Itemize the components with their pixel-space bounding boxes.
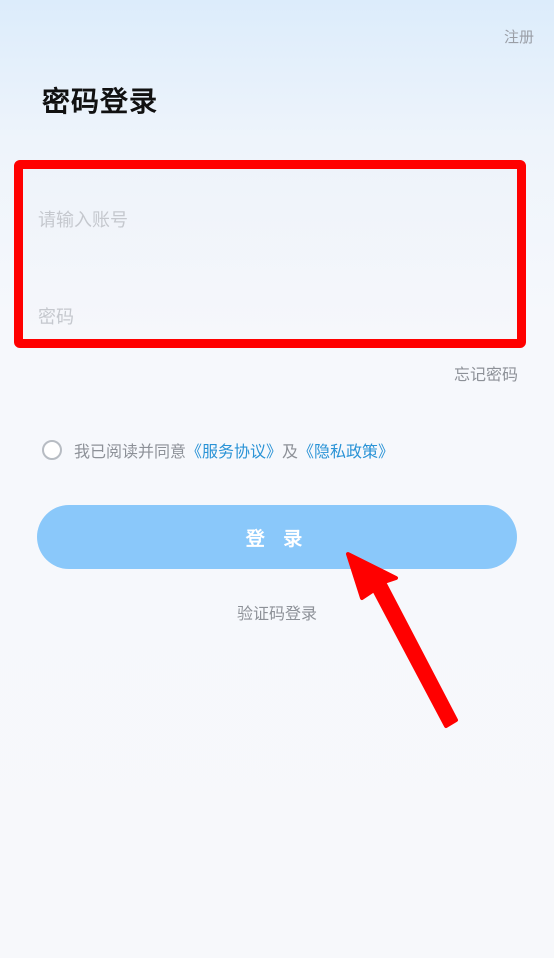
privacy-policy-link[interactable]: 《隐私政策》: [298, 438, 394, 462]
login-page: 注册 密码登录 忘记密码 我已阅读并同意 《服务协议》 及 《隐私政策》 登 录…: [0, 0, 554, 958]
forgot-password-link[interactable]: 忘记密码: [454, 361, 518, 385]
sms-login-link[interactable]: 验证码登录: [0, 600, 554, 624]
arrow-annotation-icon: [346, 552, 458, 728]
service-agreement-link[interactable]: 《服务协议》: [186, 438, 282, 462]
account-input[interactable]: [38, 198, 498, 242]
page-title: 密码登录: [42, 85, 159, 118]
agreement-joiner: 及: [282, 442, 299, 461]
agreement-radio[interactable]: [42, 440, 62, 460]
agreement-row: 我已阅读并同意 《服务协议》 及 《隐私政策》: [42, 438, 394, 462]
login-form-highlight: [14, 160, 526, 348]
register-link[interactable]: 注册: [504, 26, 534, 47]
password-input[interactable]: [38, 295, 498, 339]
agreement-text: 我已阅读并同意: [74, 442, 187, 461]
